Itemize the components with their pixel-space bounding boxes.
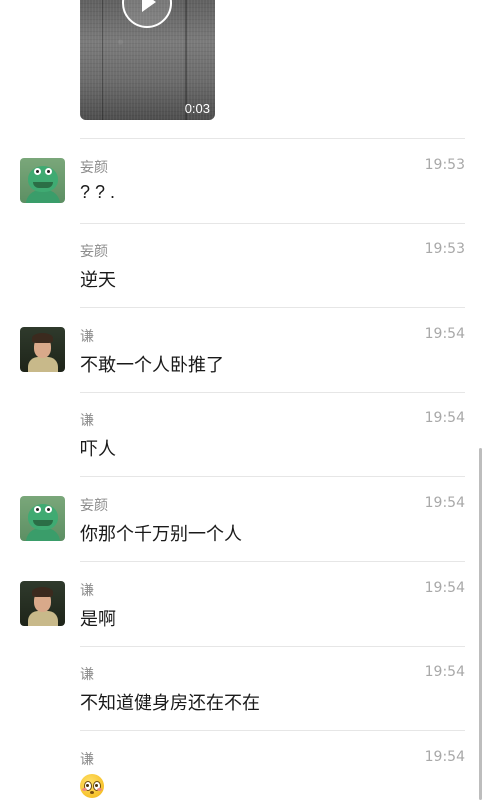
message-time: 19:53	[424, 157, 465, 173]
frog-avatar[interactable]	[20, 496, 65, 541]
message-row: 谦 19:54 吓人	[0, 393, 485, 477]
message-row: 妄颜 19:54 你那个千万别一个人	[0, 478, 485, 562]
scrollbar[interactable]	[479, 448, 482, 800]
message-row: 谦 19:54 是啊	[0, 563, 485, 647]
message-row: 谦 19:54 不敢一个人卧推了	[0, 309, 485, 393]
divider	[80, 561, 465, 562]
message-text: 不知道健身房还在不在	[80, 693, 260, 713]
sender-name: 妄颜	[80, 243, 108, 259]
divider	[80, 476, 465, 477]
message-text: ? ? .	[80, 182, 116, 202]
divider	[80, 138, 465, 139]
message-text: 是啊	[80, 609, 116, 629]
message-row: 谦 19:54	[0, 732, 485, 800]
message-text: 不敢一个人卧推了	[80, 355, 224, 375]
video-message-thumbnail[interactable]: 0:03	[80, 0, 215, 120]
divider	[80, 730, 465, 731]
message-time: 19:54	[424, 410, 465, 426]
sender-name: 谦	[80, 666, 94, 682]
message-row: 妄颜 19:53 ? ? .	[0, 140, 485, 224]
message-time: 19:54	[424, 495, 465, 511]
message-text: 逆天	[80, 270, 116, 290]
man-avatar[interactable]	[20, 581, 65, 626]
message-time: 19:54	[424, 326, 465, 342]
message-time: 19:54	[424, 580, 465, 596]
video-duration: 0:03	[184, 101, 210, 116]
chat-history-page: 0:03 妄颜 19:53 ? ? . 妄颜 19:53 逆天 谦 19:54 …	[0, 0, 485, 800]
sender-name: 谦	[80, 328, 94, 344]
sender-name: 谦	[80, 412, 94, 428]
message-time: 19:54	[424, 664, 465, 680]
message-time: 19:53	[424, 241, 465, 257]
frog-avatar[interactable]	[20, 158, 65, 203]
man-avatar[interactable]	[20, 327, 65, 372]
message-time: 19:54	[424, 749, 465, 765]
divider	[80, 307, 465, 308]
sender-name: 谦	[80, 751, 94, 767]
sender-name: 妄颜	[80, 159, 108, 175]
sender-name: 谦	[80, 582, 94, 598]
message-text: 你那个千万别一个人	[80, 524, 242, 544]
message-text: 吓人	[80, 439, 116, 459]
message-row: 妄颜 19:53 逆天	[0, 224, 485, 308]
flushed-face-emoji	[80, 774, 104, 798]
message-row: 谦 19:54 不知道健身房还在不在	[0, 647, 485, 731]
sender-name: 妄颜	[80, 497, 108, 513]
